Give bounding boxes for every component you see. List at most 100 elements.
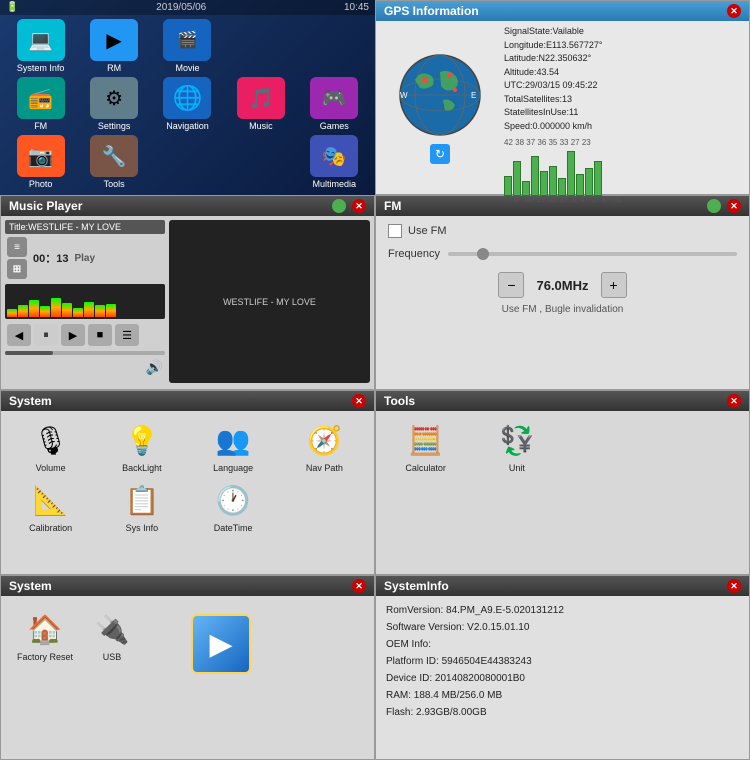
tools-close-button[interactable]: ✕ [727, 394, 741, 408]
gps-bar-1 [513, 161, 521, 196]
eq-bar-0 [7, 309, 17, 317]
system2-title: System [9, 579, 52, 593]
sysinfo-close-button[interactable]: ✕ [727, 579, 741, 593]
system-backlight-item[interactable]: 💡 BackLight [98, 417, 185, 473]
app-grid: 💻 System Info ▶ RM 🎬 Movie 📻 FM [0, 15, 375, 193]
tools-calculator-item[interactable]: 🧮 Calculator [382, 417, 469, 473]
fm-tile-label: FM [34, 121, 47, 131]
eq-bar-4 [51, 298, 61, 317]
eq-bar-2 [29, 300, 39, 317]
app-tile-music[interactable]: 🎵 Music [226, 77, 295, 131]
rm-tile-label: RM [107, 63, 121, 73]
system-sysinfo-item[interactable]: 📋 Sys Info [98, 477, 185, 533]
music-stop-button[interactable]: ■ [88, 324, 112, 346]
gps-altitude: Altitude:43.54 [504, 66, 745, 80]
gps-bar-num-4: 41 [548, 196, 558, 207]
movie-tile-label: Movie [175, 63, 199, 73]
usb-item[interactable]: 🔌 USB [89, 606, 135, 674]
music-volume-icon[interactable]: 🔊 [146, 359, 163, 376]
sysinfo-icon: 📋 [119, 477, 165, 523]
battery-icon: 🔋 [6, 2, 18, 13]
top-status-bar: 🔋 2019/05/06 10:45 [0, 0, 375, 15]
system-navpath-item[interactable]: 🧭 Nav Path [281, 417, 368, 473]
app-tile-empty2 [300, 19, 369, 73]
music-player-title: Music Player [9, 199, 82, 213]
app-tile-movie[interactable]: 🎬 Movie [153, 19, 222, 73]
music-tile-label: Music [249, 121, 273, 131]
gps-bar-3 [531, 156, 539, 196]
music-controls-area: Title:WESTLIFE - MY LOVE ≡ ⊞ 00：13 Play … [5, 220, 165, 383]
play-button-tile[interactable]: ▶ [191, 614, 251, 674]
gps-longitude: Longitude:E113.567727° [504, 39, 745, 53]
music-side-buttons: ≡ ⊞ [7, 237, 27, 279]
system2-panel: System ✕ 🏠 Factory Reset 🔌 USB ▶ [0, 575, 375, 760]
sysinfo-software-version: Software Version: V2.0.15.01.10 [386, 619, 739, 636]
music-side-btn-1[interactable]: ≡ [7, 237, 27, 257]
music-player-panel: Music Player ✕ Title:WESTLIFE - MY LOVE … [0, 195, 375, 390]
fm-use-checkbox[interactable] [388, 224, 402, 238]
sysinfo-device-id: Device ID: 20140820080001B0 [386, 670, 739, 687]
gps-signal-bars [504, 151, 745, 196]
fm-use-label: Use FM [408, 225, 447, 237]
music-time-display: 00：13 [33, 250, 68, 266]
gps-utc: UTC:29/03/15 09:45:22 [504, 79, 745, 93]
gps-close-button[interactable]: ✕ [727, 4, 741, 18]
navigation-tile-label: Navigation [166, 121, 209, 131]
gps-bar-num-1: 9 [515, 196, 525, 207]
system-language-item[interactable]: 👥 Language [190, 417, 277, 473]
system-volume-item[interactable]: 🎙 Volume [7, 417, 94, 473]
tools-unit-item[interactable]: 💱 Unit [473, 417, 560, 473]
gps-bar-num-6: 11 [570, 196, 580, 207]
app-tile-navigation[interactable]: 🌐 Navigation [153, 77, 222, 131]
fm-frequency-slider[interactable] [448, 252, 737, 256]
sysinfo-title: SystemInfo [384, 579, 449, 593]
app-tile-settings[interactable]: ⚙ Settings [79, 77, 148, 131]
music-list-button[interactable]: ☰ [115, 324, 139, 346]
language-icon: 👥 [210, 417, 256, 463]
gps-bar-0 [504, 176, 512, 196]
factory-reset-icon: 🏠 [22, 606, 68, 652]
system2-close-button[interactable]: ✕ [352, 579, 366, 593]
gps-bar-num-3: 19 [537, 196, 547, 207]
eq-bar-3 [40, 306, 50, 317]
eq-bar-7 [84, 302, 94, 318]
gps-refresh-button[interactable]: ↻ [430, 144, 450, 164]
tools-tile-label: Tools [104, 179, 125, 189]
app-tile-fm[interactable]: 📻 FM [6, 77, 75, 131]
system-panel: System ✕ 🎙 Volume 💡 BackLight 👥 Language… [0, 390, 375, 575]
gps-bar-num-9: 6 [603, 196, 613, 207]
gps-bar-num-2: 40 [526, 196, 536, 207]
app-tile-tools[interactable]: 🔧 Tools [79, 135, 148, 189]
datetime-label: DateTime [214, 523, 253, 533]
music-progress-bar[interactable] [5, 351, 165, 355]
app-tile-multimedia[interactable]: 🎭 Multimedia [300, 135, 369, 189]
navpath-icon: 🧭 [301, 417, 347, 463]
gps-latitude: Latitude:N22.350632° [504, 52, 745, 66]
app-tile-games[interactable]: 🎮 Games [300, 77, 369, 131]
fm-increase-button[interactable]: + [601, 272, 627, 298]
music-side-btn-2[interactable]: ⊞ [7, 259, 27, 279]
gps-title: GPS Information [384, 4, 479, 18]
factory-reset-item[interactable]: 🏠 Factory Reset [17, 606, 73, 674]
fm-decrease-button[interactable]: − [498, 272, 524, 298]
fm-title: FM [384, 199, 401, 213]
system-info-panel: SystemInfo ✕ RomVersion: 84.PM_A9.E-5.02… [375, 575, 750, 760]
music-pause-button[interactable]: ⏸ [34, 324, 58, 346]
music-song-title: Title:WESTLIFE - MY LOVE [5, 220, 165, 234]
music-prev-button[interactable]: ◀ [7, 324, 31, 346]
system-datetime-item[interactable]: 🕐 DateTime [190, 477, 277, 533]
language-label: Language [213, 463, 253, 473]
music-next-button[interactable]: ▶ [61, 324, 85, 346]
sysinfo-header: SystemInfo ✕ [376, 576, 749, 596]
fm-controls-row: − 76.0MHz + [388, 272, 737, 298]
rm-tile-icon: ▶ [90, 19, 138, 61]
fm-use-row: Use FM [388, 224, 737, 238]
app-tile-sysinfo[interactable]: 💻 System Info [6, 19, 75, 73]
system-calibration-item[interactable]: 📐 Calibration [7, 477, 94, 533]
system-close-button[interactable]: ✕ [352, 394, 366, 408]
gps-bar-num-0: 7 [504, 196, 514, 207]
music-content: Title:WESTLIFE - MY LOVE ≡ ⊞ 00：13 Play … [1, 216, 374, 387]
app-tile-photo[interactable]: 📷 Photo [6, 135, 75, 189]
music-close-button[interactable]: ✕ [352, 199, 366, 213]
app-tile-rm[interactable]: ▶ RM [79, 19, 148, 73]
